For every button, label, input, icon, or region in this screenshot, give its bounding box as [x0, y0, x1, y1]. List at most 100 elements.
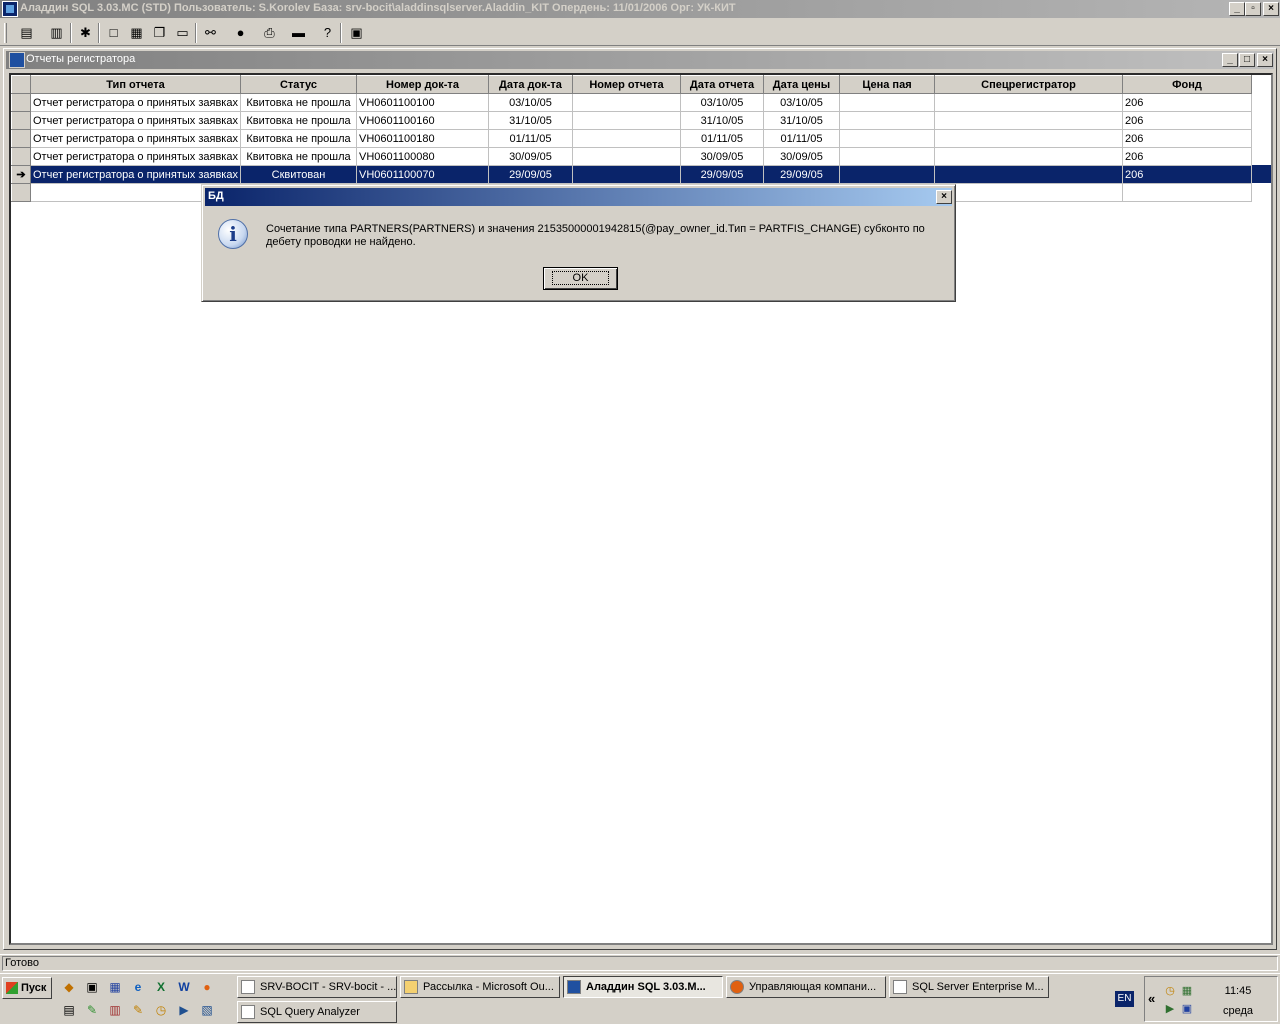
table-cell[interactable] [572, 147, 681, 166]
language-indicator[interactable]: EN [1115, 991, 1134, 1007]
table-row[interactable]: Отчет регистратора о принятых заявках Кви… [11, 111, 1252, 130]
notepad-icon[interactable]: ▤ [15, 22, 38, 44]
window-icon[interactable]: □ [102, 22, 125, 44]
table-cell[interactable] [839, 165, 935, 184]
col-header-doc-number[interactable]: Номер док-та [355, 75, 489, 94]
quicklaunch-14-icon[interactable]: ▧ [198, 1001, 216, 1019]
exit-icon[interactable]: ▣ [345, 22, 368, 44]
table-cell[interactable] [934, 183, 1123, 202]
child-minimize-button[interactable]: _ [1222, 53, 1238, 67]
app-icon[interactable] [2, 1, 18, 17]
child-window-icon[interactable] [9, 52, 25, 68]
col-header-report-date[interactable]: Дата отчета [679, 75, 764, 94]
settings-icon[interactable]: ✱ [74, 22, 97, 44]
blank-window-icon[interactable]: ▭ [171, 22, 194, 44]
row-indicator[interactable] [11, 111, 31, 130]
word-icon[interactable]: W [175, 978, 193, 996]
col-header-status[interactable]: Статус [239, 75, 357, 94]
app-titlebar[interactable]: Аладдин SQL 3.03.MC (STD) Пользователь: … [0, 0, 1280, 18]
firefox-icon[interactable]: ● [198, 978, 216, 996]
table-cell[interactable]: 29/09/05 [488, 165, 573, 184]
table-cell[interactable] [839, 129, 935, 148]
table-row[interactable]: Отчет регистратора о принятых заявках Кви… [11, 147, 1252, 166]
tray-monitor-icon[interactable]: ▣ [1180, 1002, 1194, 1016]
table-cell[interactable]: 31/10/05 [680, 111, 764, 130]
task-aladdin[interactable]: Аладдин SQL 3.03.M... [563, 976, 723, 998]
table-cell[interactable]: Квитовка не прошла [240, 93, 357, 112]
table-cell[interactable] [934, 111, 1123, 130]
task-outlook[interactable]: Рассылка - Microsoft Ou... [400, 976, 560, 998]
col-header-price-date[interactable]: Дата цены [762, 75, 840, 94]
table-cell[interactable]: 03/10/05 [763, 93, 840, 112]
table-cell[interactable]: 29/09/05 [763, 165, 840, 184]
table-row[interactable]: Отчет регистратора о принятых заявках Кви… [11, 93, 1252, 112]
table-cell[interactable] [934, 129, 1123, 148]
table-cell[interactable]: Отчет регистратора о принятых заявках [30, 111, 241, 130]
media-player-icon[interactable]: ▶ [175, 1001, 193, 1019]
quicklaunch-11-icon[interactable]: ✎ [129, 1001, 147, 1019]
table-cell[interactable] [934, 147, 1123, 166]
table-cell[interactable] [934, 93, 1123, 112]
table-cell[interactable] [839, 111, 935, 130]
table-cell[interactable]: Отчет регистратора о принятых заявках [30, 147, 241, 166]
table-cell[interactable] [572, 165, 681, 184]
clock[interactable]: 11:45 [1213, 985, 1263, 997]
row-indicator[interactable]: ➔ [11, 165, 31, 184]
table-cell[interactable] [839, 93, 935, 112]
toolbar-grip[interactable] [4, 23, 7, 43]
table-cell[interactable] [572, 129, 681, 148]
row-indicator[interactable] [11, 129, 31, 148]
table-cell[interactable]: 29/09/05 [680, 165, 764, 184]
table-cell[interactable] [572, 111, 681, 130]
table-cell[interactable]: 01/11/05 [488, 129, 573, 148]
table-cell[interactable] [1122, 183, 1252, 202]
table-cell[interactable]: VH0601100070 [356, 165, 489, 184]
table-cell[interactable]: 206 [1122, 129, 1252, 148]
table-cell[interactable]: 31/10/05 [488, 111, 573, 130]
table-cell[interactable]: 30/09/05 [680, 147, 764, 166]
quicklaunch-3-icon[interactable]: ▦ [106, 978, 124, 996]
task-query-analyzer[interactable]: SQL Query Analyzer [237, 1001, 397, 1023]
quicklaunch-10-icon[interactable]: ▥ [106, 1001, 124, 1019]
find-icon[interactable]: ⚯ [199, 22, 222, 44]
child-maximize-button[interactable]: □ [1239, 53, 1255, 67]
task-enterprise-manager[interactable]: SQL Server Enterprise M... [889, 976, 1049, 998]
help-icon[interactable]: ? [316, 22, 339, 44]
ok-button[interactable]: OK [543, 267, 618, 290]
tile-icon[interactable]: ▦ [125, 22, 148, 44]
cascade-icon[interactable]: ❐ [148, 22, 171, 44]
table-row[interactable]: ➔ Отчет регистратора о принятых заявках Ск… [11, 165, 1252, 184]
ie-icon[interactable]: e [129, 978, 147, 996]
quicklaunch-8-icon[interactable]: ▤ [60, 1001, 78, 1019]
table-cell[interactable]: Сквитован [240, 165, 357, 184]
table-row[interactable]: Отчет регистратора о принятых заявках Кви… [11, 129, 1252, 148]
table-cell[interactable]: VH0601100080 [356, 147, 489, 166]
table-cell[interactable]: Отчет регистратора о принятых заявках [30, 93, 241, 112]
child-titlebar[interactable]: Отчеты регистратора _ □ × [6, 51, 1274, 69]
table-cell[interactable]: Квитовка не прошла [240, 147, 357, 166]
table-cell[interactable]: Квитовка не прошла [240, 129, 357, 148]
table-cell[interactable]: 206 [1122, 147, 1252, 166]
minimize-button[interactable]: _ [1229, 2, 1245, 16]
table-cell[interactable]: Отчет регистратора о принятых заявках [30, 129, 241, 148]
table-cell[interactable]: 31/10/05 [763, 111, 840, 130]
table-cell[interactable]: 206 [1122, 165, 1252, 184]
task-srv-bocit[interactable]: SRV-BOCIT - SRV-bocit - ... [237, 976, 397, 998]
table-cell[interactable]: VH0601100160 [356, 111, 489, 130]
table-cell[interactable]: VH0601100100 [356, 93, 489, 112]
table-cell[interactable] [572, 93, 681, 112]
col-header-fund[interactable]: Фонд [1121, 75, 1252, 94]
dialog-titlebar[interactable]: БД × [205, 188, 952, 206]
row-indicator[interactable] [11, 183, 31, 202]
table-cell[interactable]: 30/09/05 [488, 147, 573, 166]
tray-sound-icon[interactable]: ▶ [1163, 1002, 1177, 1016]
table-cell[interactable]: 206 [1122, 111, 1252, 130]
outlook-icon[interactable]: ◷ [152, 1001, 170, 1019]
export-icon[interactable]: ▬ [287, 22, 310, 44]
quicklaunch-1-icon[interactable]: ◆ [60, 978, 78, 996]
quicklaunch-2-icon[interactable]: ▣ [83, 978, 101, 996]
table-cell[interactable]: Квитовка не прошла [240, 111, 357, 130]
tray-chevron-icon[interactable]: « [1148, 991, 1155, 1006]
table-cell[interactable]: VH0601100180 [356, 129, 489, 148]
table-cell[interactable]: 206 [1122, 93, 1252, 112]
